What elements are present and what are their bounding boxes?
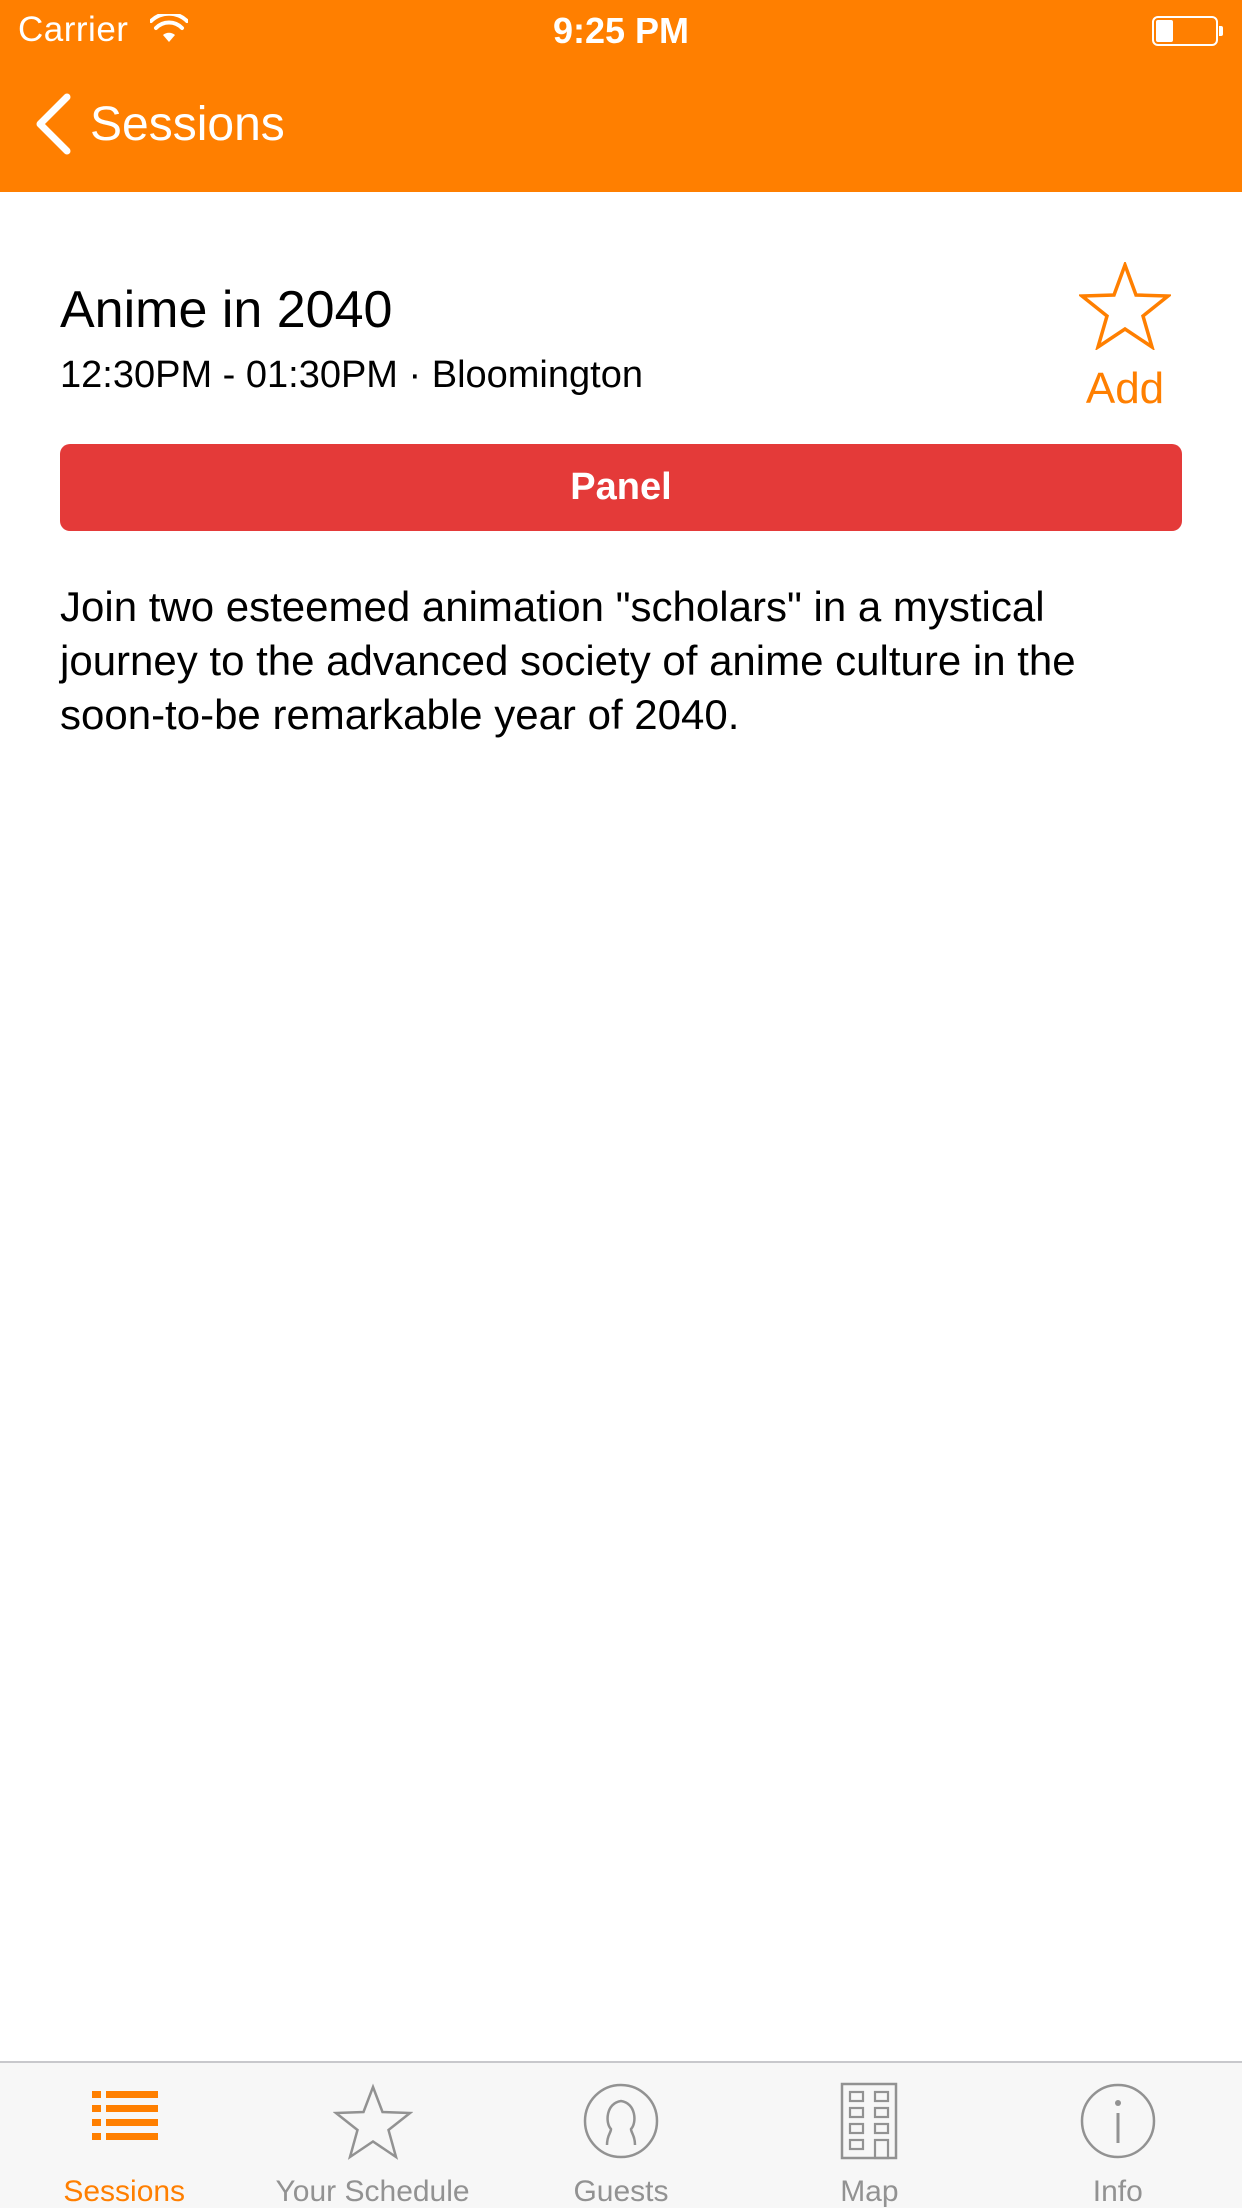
- add-to-schedule-button[interactable]: Add: [1070, 262, 1180, 422]
- tab-your-schedule[interactable]: Your Schedule: [248, 2063, 496, 2208]
- tab-bar: Sessions Your Schedule Guests Map Info: [0, 2061, 1242, 2208]
- status-bar: Carrier 9:25 PM: [0, 0, 1242, 62]
- tab-label: Sessions: [63, 2175, 186, 2208]
- building-icon: [841, 2082, 898, 2160]
- session-title: Anime in 2040: [60, 281, 393, 339]
- list-icon: [92, 2091, 159, 2140]
- header: Carrier 9:25 PM Sessions: [0, 0, 1242, 192]
- tab-label: Info: [1092, 2175, 1143, 2208]
- tab-label: Your Schedule: [275, 2175, 470, 2208]
- add-label: Add: [1085, 364, 1165, 413]
- person-icon: [583, 2083, 659, 2159]
- session-detail-screen: Carrier 9:25 PM Sessions Anime in 2040 1…: [0, 0, 1242, 2208]
- back-label: Sessions: [90, 97, 285, 151]
- star-icon: [332, 2083, 413, 2160]
- star-outline-icon: [1079, 262, 1171, 350]
- status-time: 9:25 PM: [552, 10, 690, 51]
- chevron-left-icon: [36, 93, 71, 155]
- tab-guests[interactable]: Guests: [497, 2063, 745, 2208]
- info-icon: [1080, 2083, 1155, 2159]
- battery-icon: [1152, 16, 1224, 46]
- tab-info[interactable]: Info: [994, 2063, 1242, 2208]
- tab-label: Guests: [573, 2175, 669, 2208]
- back-button[interactable]: Sessions: [34, 92, 285, 156]
- tab-sessions[interactable]: Sessions: [0, 2063, 248, 2208]
- session-type-badge: Panel: [60, 444, 1182, 531]
- session-time-location: 12:30PM - 01:30PM · Bloomington: [60, 354, 643, 396]
- session-description: Join two esteemed animation "scholars" i…: [60, 583, 1076, 738]
- session-type-label: Panel: [570, 466, 672, 508]
- tab-map[interactable]: Map: [745, 2063, 993, 2208]
- tab-label: Map: [840, 2175, 899, 2208]
- nav-bar: Sessions: [0, 62, 1242, 192]
